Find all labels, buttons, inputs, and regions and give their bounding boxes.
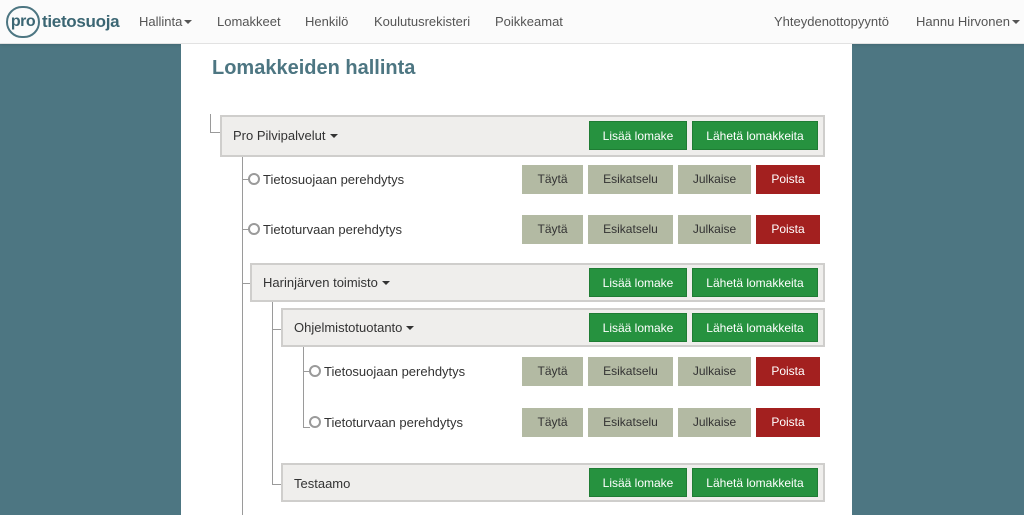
chevron-down-icon [381, 280, 390, 285]
tree-line [210, 114, 211, 133]
fill-button[interactable]: Täytä [522, 408, 583, 437]
preview-button[interactable]: Esikatselu [588, 165, 673, 194]
add-form-button[interactable]: Lisää lomake [589, 313, 687, 342]
form-name: Tietoturvaan perehdytys [263, 222, 402, 237]
preview-button[interactable]: Esikatselu [588, 357, 673, 386]
bullet-icon [309, 365, 321, 377]
main-panel: Lomakkeiden hallinta Pro Pilvipalvelut L… [181, 44, 852, 515]
group-test-title[interactable]: Testaamo [294, 476, 350, 491]
send-forms-button[interactable]: Lähetä lomakkeita [692, 268, 818, 297]
user-name: Hannu Hirvonen [916, 14, 1010, 29]
group-test: Testaamo Lisää lomake Lähetä lomakkeita [281, 463, 825, 502]
chevron-down-icon [329, 133, 338, 138]
group-root-title[interactable]: Pro Pilvipalvelut [233, 128, 338, 143]
tree-line [242, 156, 243, 515]
form-name: Tietosuojaan perehdytys [263, 172, 405, 187]
nav-koulutusrekisteri[interactable]: Koulutusrekisteri [374, 0, 470, 44]
delete-button[interactable]: Poista [756, 408, 820, 437]
nav-contact-request[interactable]: Yhteydenottopyyntö [774, 0, 889, 44]
publish-button[interactable]: Julkaise [678, 357, 751, 386]
tree-line [272, 300, 273, 485]
send-forms-button[interactable]: Lähetä lomakkeita [692, 468, 818, 497]
form-name: Tietosuojaan perehdytys [324, 364, 466, 379]
nav-hallinta-label: Hallinta [139, 14, 183, 29]
publish-button[interactable]: Julkaise [678, 408, 751, 437]
publish-button[interactable]: Julkaise [678, 165, 751, 194]
group-dept: Ohjelmistotuotanto Lisää lomake Lähetä l… [281, 308, 825, 347]
group-office: Harinjärven toimisto Lisää lomake Lähetä… [250, 263, 825, 302]
preview-button[interactable]: Esikatselu [588, 408, 673, 437]
top-navbar: pro tietosuoja Hallinta Lomakkeet Henkil… [0, 0, 1024, 44]
bullet-icon [248, 173, 260, 185]
group-dept-name: Ohjelmistotuotanto [294, 320, 403, 335]
bullet-icon [248, 223, 260, 235]
fill-button[interactable]: Täytä [522, 357, 583, 386]
group-root: Pro Pilvipalvelut Lisää lomake Lähetä lo… [220, 115, 825, 157]
nav-poikkeamat[interactable]: Poikkeamat [495, 0, 563, 44]
group-dept-title[interactable]: Ohjelmistotuotanto [294, 320, 415, 335]
nav-hallinta[interactable]: Hallinta [139, 0, 193, 44]
delete-button[interactable]: Poista [756, 165, 820, 194]
add-form-button[interactable]: Lisää lomake [589, 121, 687, 150]
user-menu[interactable]: Hannu Hirvonen [916, 0, 1020, 44]
add-form-button[interactable]: Lisää lomake [589, 268, 687, 297]
group-office-name: Harinjärven toimisto [263, 275, 378, 290]
delete-button[interactable]: Poista [756, 357, 820, 386]
delete-button[interactable]: Poista [756, 215, 820, 244]
send-forms-button[interactable]: Lähetä lomakkeita [692, 313, 818, 342]
logo-text: tietosuoja [42, 12, 120, 31]
form-name: Tietoturvaan perehdytys [324, 415, 463, 430]
group-office-title[interactable]: Harinjärven toimisto [263, 275, 390, 290]
fill-button[interactable]: Täytä [522, 215, 583, 244]
nav-lomakkeet[interactable]: Lomakkeet [217, 0, 281, 44]
chevron-down-icon [1011, 19, 1020, 24]
logo-badge: pro [6, 6, 40, 38]
nav-henkilo[interactable]: Henkilö [305, 0, 348, 44]
publish-button[interactable]: Julkaise [678, 215, 751, 244]
send-forms-button[interactable]: Lähetä lomakkeita [692, 121, 818, 150]
chevron-down-icon [184, 19, 193, 24]
fill-button[interactable]: Täytä [522, 165, 583, 194]
add-form-button[interactable]: Lisää lomake [589, 468, 687, 497]
page-title: Lomakkeiden hallinta [212, 57, 416, 79]
chevron-down-icon [406, 325, 415, 330]
tree-line [303, 427, 310, 428]
bullet-icon [309, 416, 321, 428]
logo[interactable]: pro tietosuoja [6, 6, 120, 38]
group-root-name: Pro Pilvipalvelut [233, 128, 326, 143]
tree-line [303, 346, 304, 428]
preview-button[interactable]: Esikatselu [588, 215, 673, 244]
